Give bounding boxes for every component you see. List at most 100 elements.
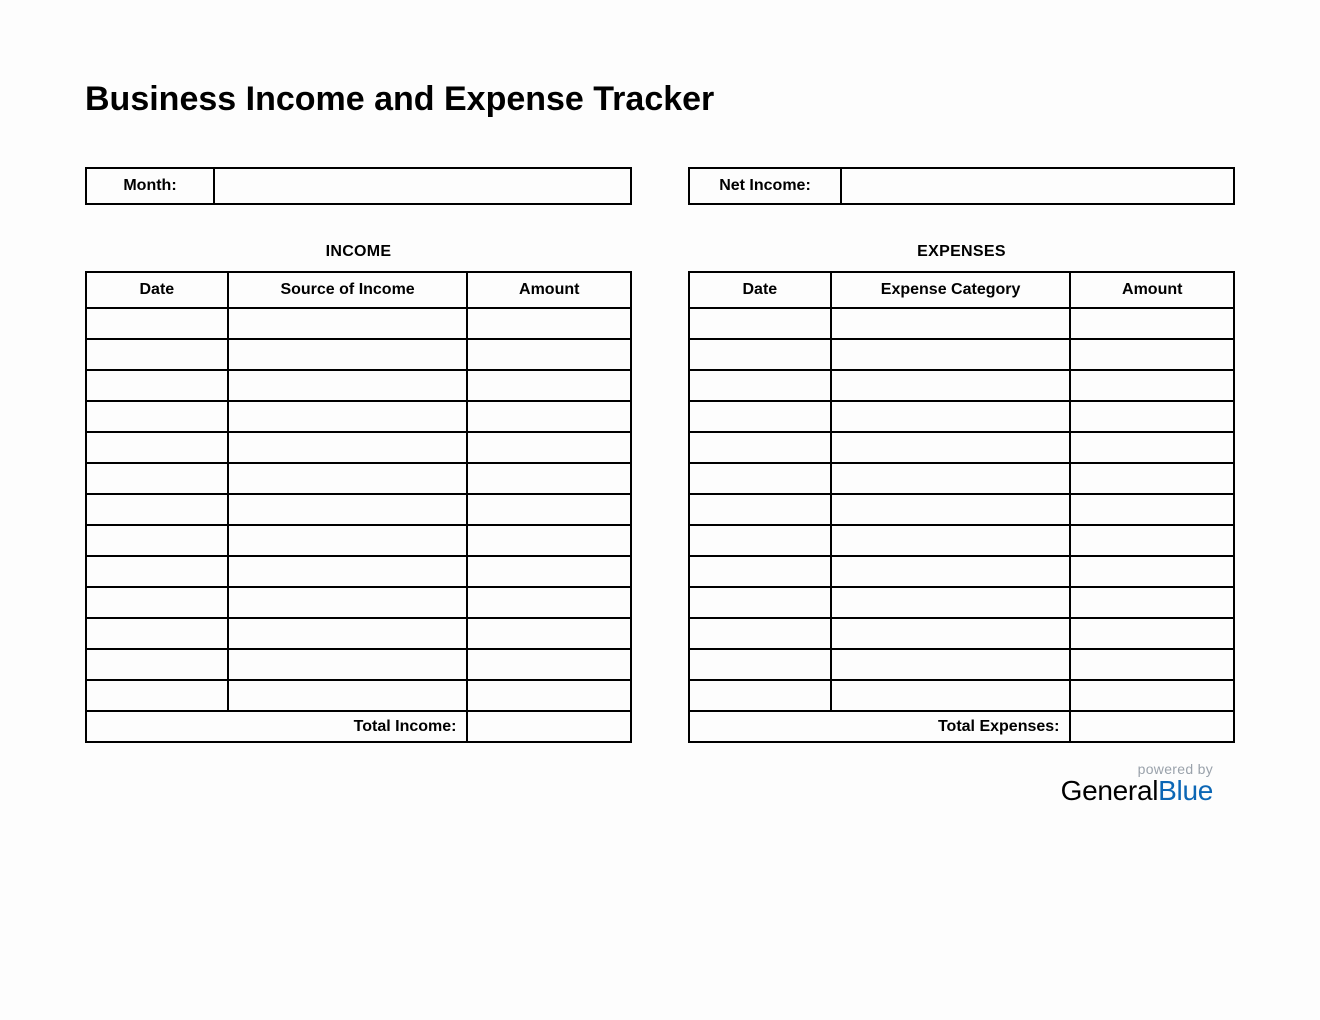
income-cell-date[interactable]: [86, 680, 228, 711]
income-cell-desc[interactable]: [228, 463, 468, 494]
expenses-cell-desc[interactable]: [831, 308, 1071, 339]
expenses-cell-date[interactable]: [689, 370, 831, 401]
month-value[interactable]: [215, 169, 630, 203]
income-cell-amount[interactable]: [467, 463, 631, 494]
income-cell-date[interactable]: [86, 308, 228, 339]
expenses-cell-desc[interactable]: [831, 556, 1071, 587]
income-cell-date[interactable]: [86, 587, 228, 618]
income-cell-amount[interactable]: [467, 587, 631, 618]
table-row: [689, 556, 1234, 587]
income-header-row: Date Source of Income Amount: [86, 272, 631, 308]
expenses-cell-date[interactable]: [689, 308, 831, 339]
income-cell-desc[interactable]: [228, 432, 468, 463]
income-cell-date[interactable]: [86, 556, 228, 587]
income-cell-desc[interactable]: [228, 618, 468, 649]
table-row: [86, 618, 631, 649]
expenses-cell-desc[interactable]: [831, 587, 1071, 618]
expenses-cell-amount[interactable]: [1070, 587, 1234, 618]
income-cell-desc[interactable]: [228, 556, 468, 587]
income-cell-amount[interactable]: [467, 556, 631, 587]
income-cell-amount[interactable]: [467, 680, 631, 711]
expenses-cell-desc[interactable]: [831, 339, 1071, 370]
table-row: [689, 618, 1234, 649]
expenses-cell-date[interactable]: [689, 432, 831, 463]
table-row: [689, 370, 1234, 401]
table-row: [86, 339, 631, 370]
income-cell-date[interactable]: [86, 432, 228, 463]
income-cell-amount[interactable]: [467, 401, 631, 432]
expenses-cell-date[interactable]: [689, 525, 831, 556]
income-cell-date[interactable]: [86, 339, 228, 370]
expenses-cell-date[interactable]: [689, 401, 831, 432]
expenses-cell-desc[interactable]: [831, 432, 1071, 463]
table-row: [86, 680, 631, 711]
income-total-value[interactable]: [467, 711, 631, 742]
footer: powered by GeneralBlue: [85, 761, 1235, 807]
expenses-cell-date[interactable]: [689, 556, 831, 587]
expenses-table: Date Expense Category Amount Total Expen…: [688, 271, 1235, 743]
net-income-value[interactable]: [842, 169, 1233, 203]
expenses-cell-amount[interactable]: [1070, 432, 1234, 463]
expenses-cell-amount[interactable]: [1070, 525, 1234, 556]
table-row: [689, 494, 1234, 525]
expenses-cell-desc[interactable]: [831, 618, 1071, 649]
income-cell-desc[interactable]: [228, 649, 468, 680]
expenses-cell-desc[interactable]: [831, 525, 1071, 556]
expenses-cell-amount[interactable]: [1070, 680, 1234, 711]
income-cell-date[interactable]: [86, 618, 228, 649]
income-cell-date[interactable]: [86, 401, 228, 432]
income-cell-desc[interactable]: [228, 680, 468, 711]
income-cell-date[interactable]: [86, 494, 228, 525]
income-cell-amount[interactable]: [467, 525, 631, 556]
income-cell-desc[interactable]: [228, 308, 468, 339]
expenses-cell-date[interactable]: [689, 618, 831, 649]
income-cell-date[interactable]: [86, 370, 228, 401]
income-cell-date[interactable]: [86, 463, 228, 494]
expenses-cell-amount[interactable]: [1070, 556, 1234, 587]
expenses-cell-amount[interactable]: [1070, 494, 1234, 525]
income-cell-date[interactable]: [86, 525, 228, 556]
income-cell-desc[interactable]: [228, 339, 468, 370]
expenses-cell-amount[interactable]: [1070, 649, 1234, 680]
expenses-cell-date[interactable]: [689, 587, 831, 618]
income-cell-desc[interactable]: [228, 401, 468, 432]
table-row: [689, 463, 1234, 494]
income-cell-desc[interactable]: [228, 587, 468, 618]
income-total-row: Total Income:: [86, 711, 631, 742]
income-cell-amount[interactable]: [467, 308, 631, 339]
expenses-cell-date[interactable]: [689, 463, 831, 494]
expenses-total-value[interactable]: [1070, 711, 1234, 742]
expenses-cell-date[interactable]: [689, 494, 831, 525]
expenses-cell-desc[interactable]: [831, 401, 1071, 432]
expenses-cell-amount[interactable]: [1070, 370, 1234, 401]
income-cell-amount[interactable]: [467, 370, 631, 401]
expenses-cell-date[interactable]: [689, 649, 831, 680]
expenses-cell-desc[interactable]: [831, 463, 1071, 494]
expenses-cell-amount[interactable]: [1070, 401, 1234, 432]
income-cell-amount[interactable]: [467, 339, 631, 370]
income-cell-amount[interactable]: [467, 618, 631, 649]
expenses-cell-desc[interactable]: [831, 680, 1071, 711]
expenses-heading: EXPENSES: [688, 243, 1235, 261]
right-column: Net Income: EXPENSES Date Expense Catego…: [688, 167, 1235, 743]
income-cell-date[interactable]: [86, 649, 228, 680]
expenses-cell-desc[interactable]: [831, 649, 1071, 680]
expenses-cell-date[interactable]: [689, 339, 831, 370]
income-cell-amount[interactable]: [467, 494, 631, 525]
income-cell-desc[interactable]: [228, 370, 468, 401]
income-cell-amount[interactable]: [467, 432, 631, 463]
expenses-cell-amount[interactable]: [1070, 463, 1234, 494]
expenses-cell-desc[interactable]: [831, 494, 1071, 525]
expenses-total-row: Total Expenses:: [689, 711, 1234, 742]
income-cell-amount[interactable]: [467, 649, 631, 680]
income-cell-desc[interactable]: [228, 494, 468, 525]
left-column: Month: INCOME Date Source of Income Amou…: [85, 167, 632, 743]
expenses-cell-amount[interactable]: [1070, 339, 1234, 370]
expenses-cell-date[interactable]: [689, 680, 831, 711]
income-cell-desc[interactable]: [228, 525, 468, 556]
expenses-cell-amount[interactable]: [1070, 618, 1234, 649]
table-row: [689, 432, 1234, 463]
expenses-col-category: Expense Category: [831, 272, 1071, 308]
expenses-cell-amount[interactable]: [1070, 308, 1234, 339]
expenses-cell-desc[interactable]: [831, 370, 1071, 401]
